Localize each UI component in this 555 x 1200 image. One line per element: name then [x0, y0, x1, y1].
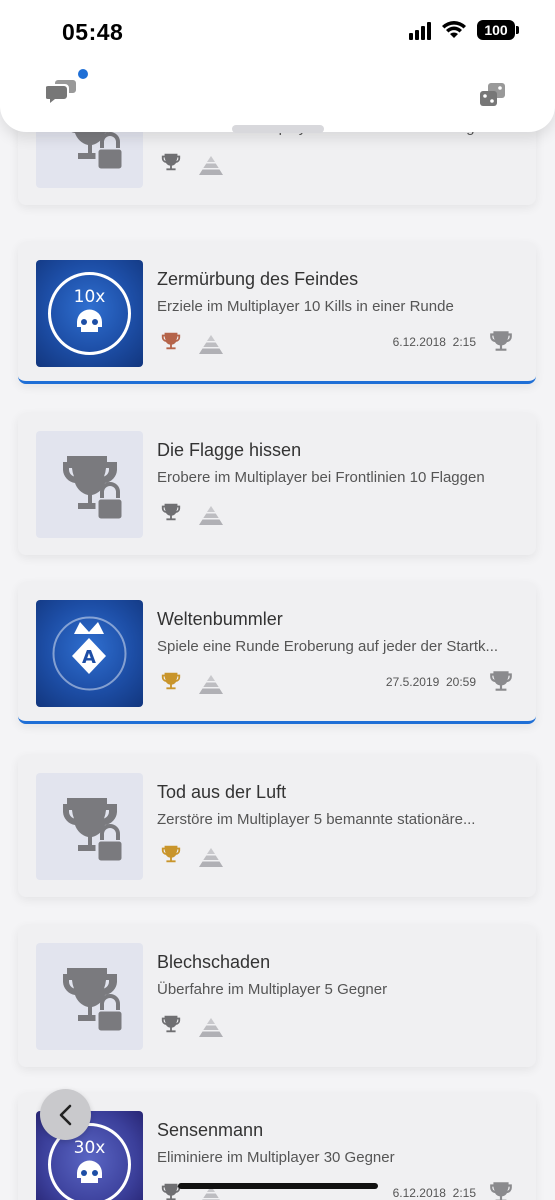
earned-trophy-icon [490, 1182, 512, 1200]
drag-handle[interactable] [232, 125, 324, 133]
home-indicator [178, 1183, 378, 1189]
earned-date: 6.12.2018 2:15 [392, 335, 476, 349]
locked-trophy-icon [62, 797, 124, 863]
trophy-card[interactable]: Blechschaden Überfahre im Multiplayer 5 … [18, 925, 536, 1067]
trophy-card[interactable]: Tod aus der Luft Zerstöre im Multiplayer… [18, 755, 536, 897]
trophy-description: Überfahre im Multiplayer 5 Gegner [157, 981, 388, 998]
earned-trophy-icon [490, 331, 512, 351]
rarity-pyramid-icon [199, 848, 223, 867]
trophy-description: Zerstöre im Multiplayer 5 bemannte stati… [157, 811, 476, 828]
trophy-thumbnail: A [36, 600, 143, 707]
trophy-thumbnail: 10x [36, 260, 143, 367]
silver-trophy-icon [161, 153, 181, 171]
status-time: 05:48 [62, 19, 124, 45]
trophy-description: Erobere im Multiplayer bei Frontlinien 1… [157, 469, 485, 486]
locked-trophy-icon [62, 967, 124, 1033]
gold-trophy-icon [161, 845, 181, 863]
signal-icon [409, 20, 431, 40]
badge-letter: A [82, 647, 96, 668]
trophy-description: Eliminiere im Multiplayer 30 Gegner [157, 1149, 395, 1166]
trophy-title: Blechschaden [157, 952, 271, 972]
trophy-title: Zermürbung des Feindes [157, 269, 359, 289]
back-button[interactable] [40, 1089, 91, 1140]
silver-trophy-icon [161, 1015, 181, 1033]
bronze-trophy-icon [161, 332, 181, 350]
locked-trophy-icon [62, 455, 124, 521]
trophy-thumbnail [36, 431, 143, 538]
trophy-title: Sensenmann [157, 1120, 264, 1140]
badge-count: 10x [74, 287, 106, 307]
earned-date: 6.12.2018 2:15 [392, 1186, 476, 1200]
chat-bubbles-icon[interactable] [46, 78, 78, 106]
status-icons: 100 [409, 20, 519, 40]
rarity-pyramid-icon [199, 675, 223, 694]
gold-trophy-icon [161, 672, 181, 690]
dice-icon[interactable] [479, 82, 507, 108]
trophy-description: Erziele im Multiplayer 10 Kills in einer… [157, 298, 454, 315]
rarity-pyramid-icon [199, 156, 223, 175]
trophy-thumbnail [36, 943, 143, 1050]
trophy-title: Tod aus der Luft [157, 782, 287, 802]
earned-date: 27.5.2019 20:59 [385, 675, 476, 689]
rarity-pyramid-icon [199, 506, 223, 525]
notification-dot [78, 69, 88, 79]
wifi-icon [442, 21, 466, 38]
trophy-card[interactable]: Die Flagge hissen Erobere im Multiplayer… [18, 413, 536, 555]
rarity-pyramid-icon [199, 1018, 223, 1037]
battery-icon: 100 [477, 20, 519, 40]
trophy-card[interactable]: 10x Zermürbung des Feindes Erziele im Mu… [18, 242, 536, 384]
silver-trophy-icon [161, 503, 181, 521]
badge-skull-icon: 10x [48, 272, 131, 355]
trophy-title: Weltenbummler [157, 609, 283, 629]
trophy-thumbnail [36, 773, 143, 880]
trophy-description: Spiele eine Runde Eroberung auf jeder de… [157, 638, 499, 655]
rarity-pyramid-icon [199, 335, 223, 354]
trophy-card[interactable]: A Weltenbummler Spiele eine Runde Erober… [18, 582, 536, 724]
trophy-title: Die Flagge hissen [157, 440, 302, 460]
app-header: 05:48 100 [0, 0, 555, 132]
chevron-left-icon [59, 1104, 71, 1125]
earned-trophy-icon [490, 671, 512, 691]
badge-count: 30x [74, 1138, 106, 1158]
badge-crown-icon: A [52, 616, 127, 691]
